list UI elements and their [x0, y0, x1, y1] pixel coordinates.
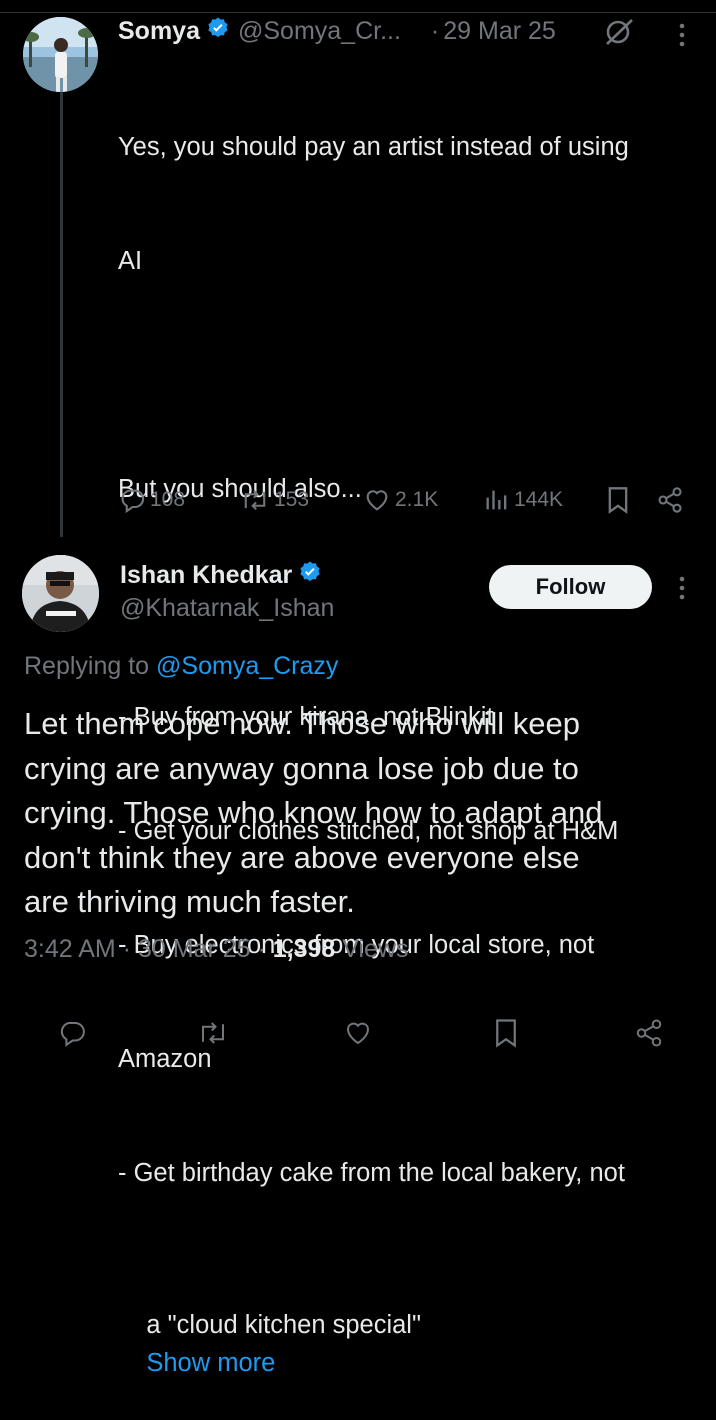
repost-action[interactable]: 153: [240, 486, 309, 514]
main-meta: 3:42 AM · 30 Mar 25 · 1,398 Views: [24, 935, 409, 964]
reply-icon: [121, 489, 145, 514]
main-text-line: crying. Those who know how to adapt and: [24, 795, 603, 830]
like-icon: [366, 490, 388, 511]
main-verified-badge-icon: [298, 560, 322, 591]
parent-text-line: [118, 356, 708, 394]
main-text-line: crying are anyway gonna lose job due to: [24, 750, 579, 786]
main-text-line: are thriving much faster.: [24, 884, 355, 919]
main-handle[interactable]: @Khatarnak_Ishan: [120, 594, 334, 623]
top-divider: [0, 12, 716, 13]
main-text-line: Let them cope now. Those who will keep: [24, 706, 581, 741]
repost-count: 153: [274, 488, 310, 511]
replying-to-line: Replying to @Somya_Crazy: [24, 652, 338, 681]
main-views-label: Views: [342, 935, 409, 963]
parent-text-line: - Get birthday cake from the local baker…: [118, 1159, 625, 1187]
views-icon: [486, 490, 507, 510]
like-action[interactable]: 2.1K: [363, 486, 438, 514]
main-more-icon[interactable]: [678, 575, 686, 606]
replying-prefix: Replying to: [24, 652, 150, 680]
reply-count: 108: [150, 488, 186, 511]
parent-last-line: a "cloud kitchen special": [146, 1311, 422, 1339]
parent-text-line: AI: [118, 247, 143, 275]
somya-avatar[interactable]: [23, 17, 98, 92]
ishan-avatar[interactable]: [22, 555, 99, 632]
repost-icon: [244, 490, 266, 510]
thread-line: [60, 92, 63, 537]
grok-icon[interactable]: [603, 18, 635, 51]
main-header: Ishan Khedkar: [120, 560, 322, 591]
bookmark-icon[interactable]: [606, 486, 630, 519]
parent-handle[interactable]: @Somya_Cr...: [238, 17, 401, 46]
parent-text-line-last: a "cloud kitchen special" Show more: [118, 1268, 708, 1377]
parent-header: Somya @Somya_Cr... · 29 Mar 25: [118, 14, 556, 48]
show-more-link[interactable]: Show more: [146, 1349, 275, 1377]
parent-tweet-text: Yes, you should pay an artist instead of…: [118, 52, 708, 1377]
views-count: 144K: [514, 488, 564, 511]
main-display-name[interactable]: Ishan Khedkar: [120, 561, 292, 590]
replying-to-handle[interactable]: @Somya_Crazy: [156, 652, 338, 680]
parent-more-icon[interactable]: [678, 22, 686, 53]
main-views-count: 1,398: [272, 935, 336, 963]
reply-action[interactable]: 108: [118, 486, 185, 514]
like-count: 2.1K: [395, 488, 439, 511]
verified-badge-icon: [206, 16, 230, 47]
parent-separator: ·: [430, 16, 440, 45]
main-text-line: don't think they are above everyone else: [24, 839, 580, 875]
main-sep1: ·: [122, 935, 132, 963]
share-icon[interactable]: [656, 486, 684, 519]
follow-button[interactable]: Follow: [489, 565, 652, 609]
parent-date[interactable]: 29 Mar 25: [443, 17, 556, 46]
main-time[interactable]: 3:42 AM: [24, 935, 116, 963]
parent-text-line: Yes, you should pay an artist instead of…: [118, 133, 629, 161]
main-date[interactable]: 30 Mar 25: [138, 935, 251, 963]
main-sep2: ·: [257, 935, 266, 963]
views-action[interactable]: 144K: [484, 486, 563, 514]
main-tweet-text: Let them cope now. Those who will keep c…: [24, 702, 704, 925]
parent-display-name[interactable]: Somya: [118, 17, 200, 46]
